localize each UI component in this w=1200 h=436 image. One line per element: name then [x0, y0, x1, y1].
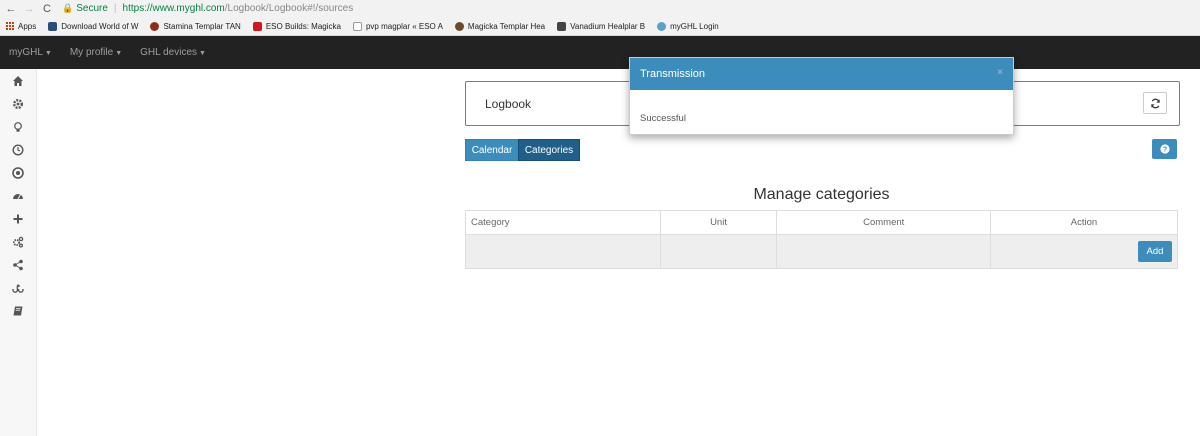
site-favicon-icon — [454, 21, 464, 31]
add-button[interactable]: Add — [1138, 241, 1172, 262]
section-title: Manage categories — [753, 186, 890, 203]
transmission-dialog: Transmission × Successful — [629, 57, 1014, 135]
address-bar[interactable]: 🔒 Secure | https://www.myghl.com /Logboo… — [62, 1, 353, 16]
tab-categories[interactable]: Categories — [518, 139, 580, 161]
app-navbar: myGHL ▼ My profile ▼ GHL devices ▼ — [0, 36, 1200, 69]
dialog-title: Transmission — [640, 68, 705, 80]
back-button[interactable]: ← — [4, 3, 18, 15]
bookmark-item[interactable]: pvp magplar « ESO A — [352, 21, 443, 31]
reload-button[interactable]: C — [40, 3, 54, 15]
site-favicon-icon — [557, 21, 567, 31]
cogs-icon[interactable] — [0, 230, 36, 253]
shield-icon — [48, 21, 58, 31]
refresh-icon — [1150, 98, 1160, 108]
share-icon[interactable] — [0, 253, 36, 276]
dialog-message: Successful — [640, 113, 686, 124]
url-separator: | — [113, 3, 117, 14]
refresh-button[interactable] — [1143, 92, 1167, 114]
comment-cell[interactable] — [776, 234, 991, 269]
page-icon — [352, 21, 362, 31]
bookmark-label: pvp magplar « ESO A — [365, 21, 443, 31]
column-header-action: Action — [990, 210, 1178, 235]
book-icon[interactable] — [0, 299, 36, 322]
url-domain: https://www.myghl.com — [122, 3, 225, 14]
column-header-category: Category — [465, 210, 661, 235]
action-cell: Add — [990, 234, 1178, 269]
column-header-unit: Unit — [659, 210, 778, 235]
bookmark-label: myGHL Login — [670, 21, 719, 31]
bookmark-label: ESO Builds: Magicka — [265, 21, 341, 31]
bookmark-label: Vanadium Healplar B — [570, 21, 646, 31]
tab-calendar[interactable]: Calendar — [465, 139, 519, 161]
caret-down-icon: ▼ — [115, 50, 123, 57]
bookmark-label: Stamina Templar TAN — [163, 21, 241, 31]
chrome-icon[interactable] — [0, 161, 36, 184]
categories-table: Category Unit Comment Action Add — [465, 210, 1178, 269]
home-icon[interactable] — [0, 69, 36, 92]
bookmark-item[interactable]: Magicka Templar Hea — [454, 21, 546, 31]
bookmark-item[interactable]: Vanadium Healplar B — [557, 21, 646, 31]
apps-grid-icon — [6, 22, 14, 30]
page-title: Logbook — [485, 97, 532, 111]
url-path: /Logbook/Logbook#!/sources — [224, 3, 354, 14]
bookmark-label: Magicka Templar Hea — [467, 21, 546, 31]
caret-down-icon: ▼ — [199, 50, 206, 57]
lightbulb-icon[interactable] — [0, 115, 36, 138]
site-favicon-icon — [150, 21, 160, 31]
dashboard-icon[interactable] — [0, 184, 36, 207]
bookmark-label: Apps — [18, 21, 37, 31]
clock-icon[interactable] — [0, 138, 36, 161]
bookmark-item[interactable]: myGHL Login — [657, 21, 719, 31]
question-icon: ? — [1159, 144, 1170, 154]
sidebar — [0, 69, 37, 436]
youtube-icon — [252, 21, 262, 31]
column-header-comment: Comment — [776, 210, 991, 235]
plus-icon[interactable] — [0, 207, 36, 230]
dialog-body: Successful — [630, 90, 1013, 124]
caret-down-icon: ▼ — [44, 50, 52, 57]
svg-text:?: ? — [1162, 146, 1166, 154]
dialog-header: Transmission × — [630, 58, 1013, 90]
nav-myghl[interactable]: myGHL ▼ — [9, 47, 52, 58]
category-cell[interactable] — [465, 234, 661, 269]
bookmarks-bar: Apps Download World of W Stamina Templar… — [0, 17, 1200, 36]
table-header-row: Category Unit Comment Action — [465, 210, 1178, 235]
nav-my-profile[interactable]: My profile ▼ — [70, 47, 122, 58]
secure-label: Secure — [76, 3, 108, 14]
bookmark-item[interactable]: Download World of W — [48, 21, 139, 31]
bookmark-item[interactable]: Stamina Templar TAN — [150, 21, 241, 31]
browser-toolbar: ← → C 🔒 Secure | https://www.myghl.com /… — [0, 0, 1200, 17]
close-icon[interactable]: × — [997, 67, 1003, 78]
cloud-icon — [657, 21, 667, 31]
table-row: Add — [465, 234, 1178, 269]
stumbleupon-icon[interactable] — [0, 276, 36, 299]
bookmark-label: Download World of W — [61, 21, 139, 31]
help-button[interactable]: ? — [1152, 139, 1177, 159]
lock-icon: 🔒 — [62, 3, 74, 13]
forward-button[interactable]: → — [22, 3, 36, 15]
bookmark-item[interactable]: ESO Builds: Magicka — [252, 21, 341, 31]
nav-ghl-devices[interactable]: GHL devices ▼ — [140, 47, 206, 58]
gear-icon[interactable] — [0, 92, 36, 115]
bookmark-apps[interactable]: Apps — [6, 22, 36, 31]
unit-cell[interactable] — [659, 234, 778, 269]
